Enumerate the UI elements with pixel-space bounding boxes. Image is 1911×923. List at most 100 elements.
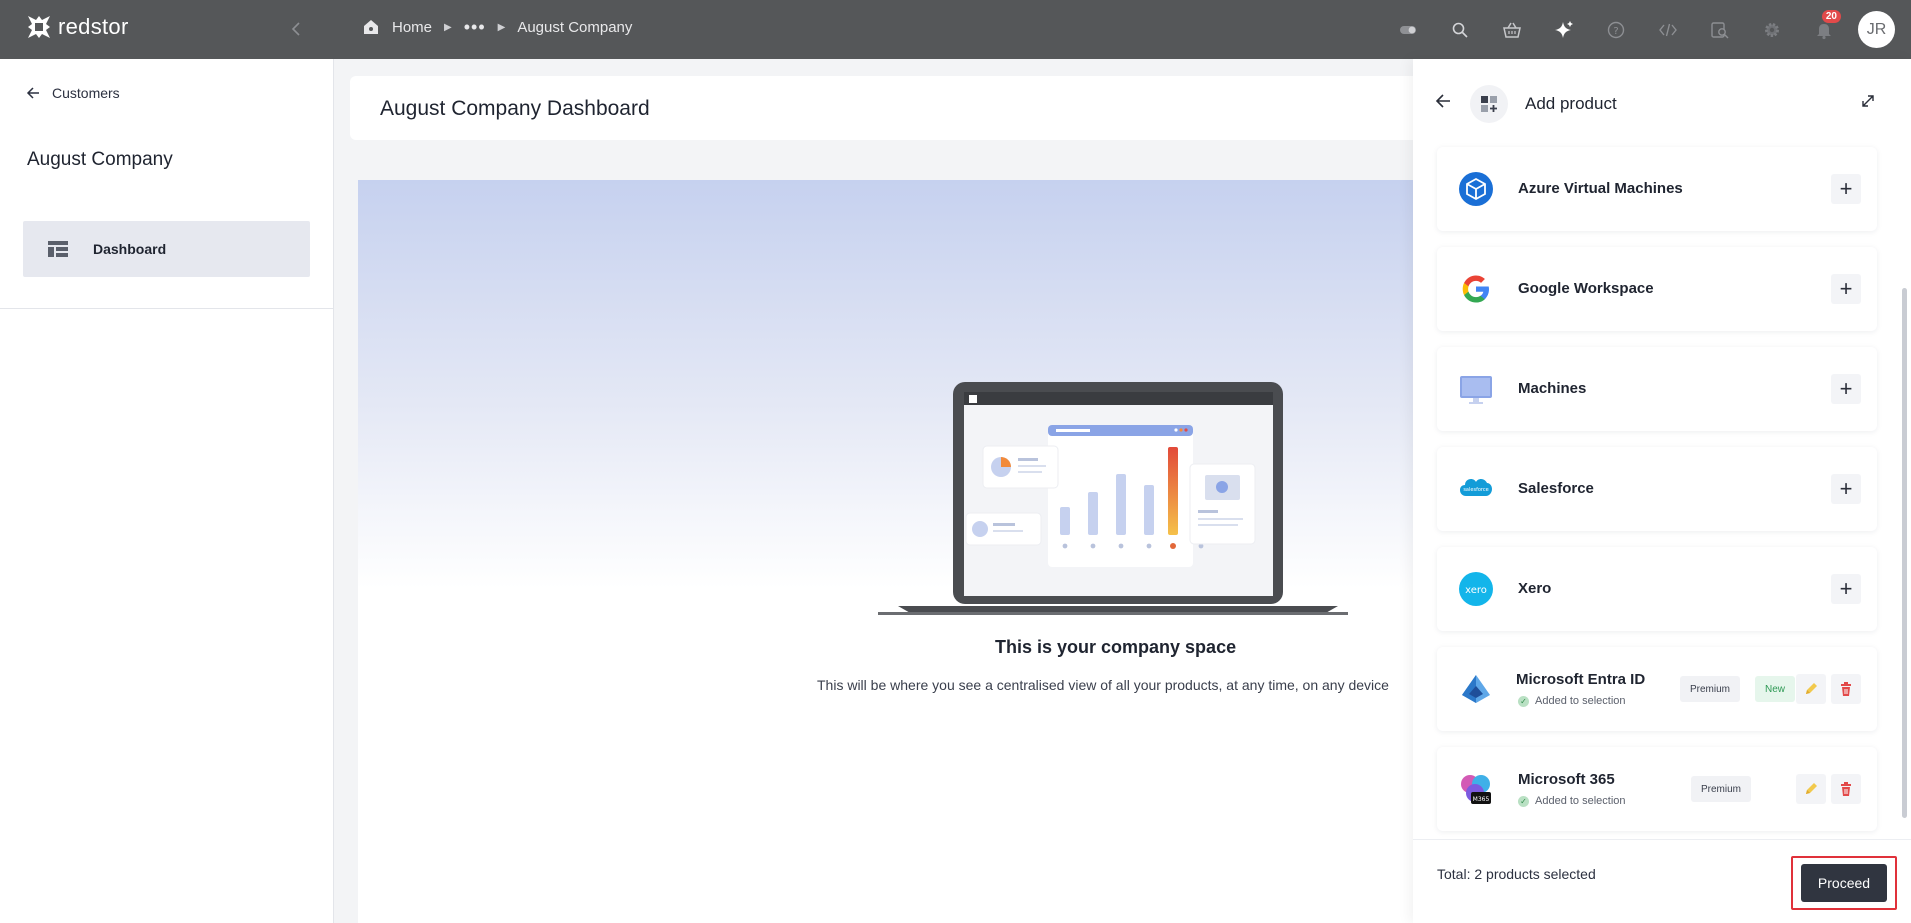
- add-product-icon: [1470, 85, 1508, 123]
- add-product-button[interactable]: +: [1831, 274, 1861, 304]
- add-product-button[interactable]: +: [1831, 574, 1861, 604]
- breadcrumb-ellipsis[interactable]: •••: [464, 18, 486, 36]
- add-product-button[interactable]: +: [1831, 474, 1861, 504]
- redstor-logo-icon: [28, 16, 50, 38]
- inspect-icon: [1711, 21, 1729, 38]
- product-card-xero: xero Xero +: [1437, 547, 1877, 631]
- product-name: Xero: [1518, 580, 1552, 597]
- xero-icon: xero: [1459, 572, 1493, 606]
- premium-tag: Premium: [1691, 776, 1752, 802]
- product-name: Azure Virtual Machines: [1518, 180, 1683, 197]
- added-status: ✓ Added to selection: [1518, 795, 1626, 807]
- check-icon: ✓: [1518, 695, 1529, 707]
- product-card-salesforce: salesforce Salesforce +: [1437, 447, 1877, 531]
- product-name: Salesforce: [1518, 480, 1594, 497]
- pencil-icon: [1806, 683, 1817, 694]
- product-name: Microsoft 365: [1518, 771, 1615, 788]
- selection-total: Total: 2 products selected: [1437, 866, 1596, 882]
- inspect-button[interactable]: [1694, 0, 1746, 59]
- ai-assistant-button[interactable]: [1538, 0, 1590, 59]
- breadcrumb: Home ▶ ••• ▶ August Company: [362, 18, 632, 36]
- breadcrumb-current: August Company: [517, 18, 633, 36]
- sparkle-icon: [1555, 20, 1573, 38]
- monitor-icon: [1460, 376, 1492, 404]
- sidebar-item-dashboard[interactable]: Dashboard: [23, 221, 310, 277]
- microsoft-365-icon: M365: [1461, 775, 1491, 804]
- sidebar-item-label: Dashboard: [93, 241, 167, 257]
- entra-id-icon: [1462, 675, 1490, 703]
- plus-icon: +: [1839, 276, 1853, 301]
- help-button[interactable]: ?: [1590, 0, 1642, 59]
- home-icon[interactable]: [362, 18, 380, 36]
- product-card-google-workspace: Google Workspace +: [1437, 247, 1877, 331]
- empty-state-title: This is your company space: [995, 637, 1237, 657]
- settings-button[interactable]: [1746, 0, 1798, 59]
- left-sidebar: Customers August Company Dashboard: [0, 59, 334, 923]
- dashboard-icon: [48, 241, 68, 257]
- toggle-icon: [1400, 25, 1416, 34]
- settings-icon: [1765, 22, 1779, 37]
- add-product-panel: Add product Azure Virtual Machines + Goo…: [1413, 59, 1911, 923]
- google-icon: [1462, 275, 1489, 303]
- back-link-label: Customers: [52, 85, 120, 101]
- svg-text:?: ?: [1613, 26, 1618, 37]
- added-status-label: Added to selection: [1535, 695, 1626, 707]
- sidebar-divider: [0, 308, 334, 309]
- added-status: ✓ Added to selection: [1518, 695, 1626, 707]
- panel-header: Add product: [1413, 59, 1911, 143]
- company-space-empty-state: This is your company space This will be …: [358, 180, 1438, 923]
- back-to-customers-link[interactable]: Customers: [26, 85, 120, 101]
- brand-logo[interactable]: redstor: [26, 14, 129, 40]
- theme-toggle-button[interactable]: [1382, 0, 1434, 59]
- notifications-button[interactable]: 20: [1798, 0, 1850, 59]
- empty-state-description: This will be where you see a centralised…: [817, 677, 1389, 693]
- minimize-icon[interactable]: [1859, 92, 1877, 110]
- chevron-left-icon: [291, 22, 300, 36]
- edit-product-button[interactable]: [1796, 774, 1826, 804]
- product-card-microsoft-365: M365 Microsoft 365 ✓ Added to selection …: [1437, 747, 1877, 831]
- breadcrumb-home[interactable]: Home: [392, 19, 432, 36]
- laptop-illustration: [878, 382, 1348, 615]
- product-name: Google Workspace: [1518, 280, 1654, 297]
- remove-product-button[interactable]: [1831, 774, 1861, 804]
- arrow-left-icon[interactable]: [1434, 91, 1454, 111]
- product-card-microsoft-entra-id: Microsoft Entra ID ✓ Added to selection …: [1437, 647, 1877, 731]
- user-avatar[interactable]: JR: [1858, 11, 1895, 48]
- page-title: August Company Dashboard: [380, 97, 650, 120]
- search-button[interactable]: [1434, 0, 1486, 59]
- remove-product-button[interactable]: [1831, 674, 1861, 704]
- caret-right-icon: ▶: [497, 21, 506, 33]
- panel-footer: Total: 2 products selected Proceed: [1413, 839, 1911, 923]
- topbar-actions: ? 20 JR: [1382, 0, 1911, 59]
- brand-name: redstor: [58, 14, 129, 39]
- developer-button[interactable]: [1642, 0, 1694, 59]
- arrow-left-icon: [26, 87, 39, 99]
- basket-button[interactable]: [1486, 0, 1538, 59]
- product-name: Microsoft Entra ID: [1516, 671, 1646, 688]
- help-icon: ?: [1607, 21, 1625, 38]
- add-product-button[interactable]: +: [1831, 174, 1861, 204]
- plus-icon: +: [1839, 376, 1853, 401]
- product-name: Machines: [1518, 380, 1587, 397]
- add-product-button[interactable]: +: [1831, 374, 1861, 404]
- check-icon: ✓: [1518, 795, 1529, 807]
- notification-count-badge: 20: [1821, 10, 1841, 23]
- azure-vm-icon: [1459, 172, 1493, 206]
- basket-icon: [1503, 22, 1521, 38]
- caret-right-icon: ▶: [444, 21, 452, 33]
- salesforce-icon: salesforce: [1460, 479, 1492, 496]
- panel-title: Add product: [1525, 94, 1617, 113]
- search-icon: [1452, 22, 1468, 38]
- premium-tag: Premium: [1680, 676, 1741, 702]
- edit-product-button[interactable]: [1796, 674, 1826, 704]
- product-card-azure-vm: Azure Virtual Machines +: [1437, 147, 1877, 231]
- product-card-machines: Machines +: [1437, 347, 1877, 431]
- plus-icon: +: [1839, 176, 1853, 201]
- trash-icon: [1841, 782, 1851, 796]
- pencil-icon: [1806, 783, 1817, 794]
- proceed-button[interactable]: Proceed: [1801, 864, 1887, 902]
- plus-icon: +: [1839, 576, 1853, 601]
- collapse-sidebar-button[interactable]: [285, 18, 307, 40]
- plus-icon: +: [1839, 476, 1853, 501]
- panel-scrollbar[interactable]: [1902, 288, 1907, 818]
